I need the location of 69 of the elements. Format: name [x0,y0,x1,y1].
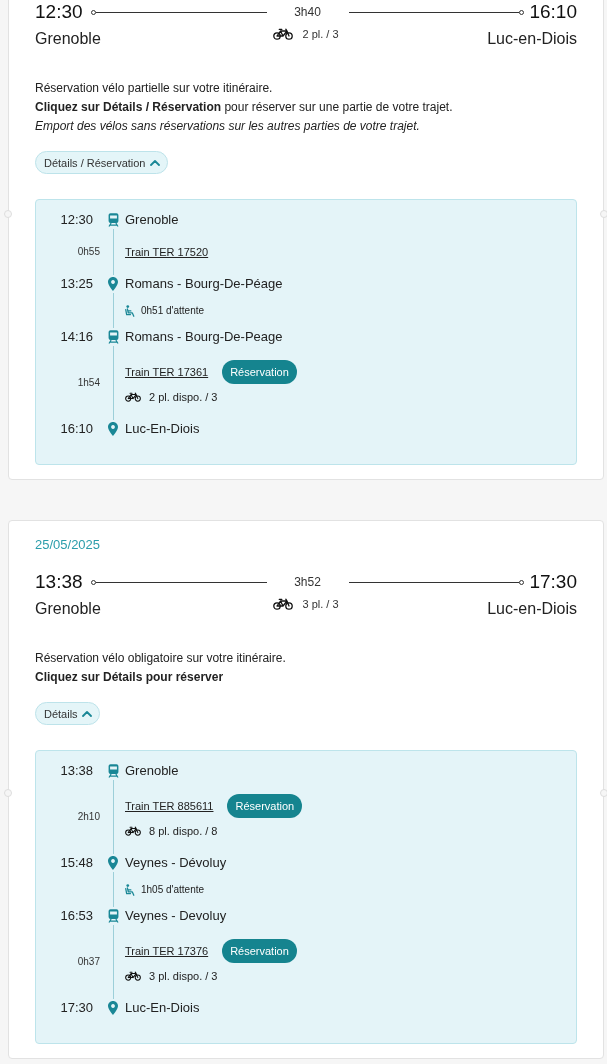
bicycle-icon [273,28,294,40]
notice-text: Réservation vélo partielle sur votre itinéraire. [35,80,273,97]
stop-name: Romans - Bourg-De-Péage [124,275,283,293]
travel-duration: 1h54 [76,376,101,390]
stop-name: Luc-En-Diois [124,999,200,1017]
bicycle-icon [273,598,294,610]
seated-person-icon [125,883,136,896]
reservation-button[interactable]: Réservation [222,939,297,963]
stop-time: 15:48 [59,854,94,872]
stop-time: 16:10 [59,420,94,438]
departure-station: Grenoble [35,29,102,49]
stop-time: 13:25 [59,275,94,293]
stop-time: 17:30 [59,999,94,1017]
location-pin-icon [108,1001,118,1015]
train-link[interactable]: Train TER 885611 [125,798,214,814]
bicycle-icon [125,971,141,981]
journey-duration: 3h40 [293,4,322,20]
train-link[interactable]: Train TER 17361 [125,364,209,380]
stop-name: Veynes - Devoluy [124,907,227,925]
travel-duration: 2h10 [76,810,101,824]
departure-time: 12:30 [35,0,83,24]
stop-name: Veynes - Dévoluy [124,854,227,872]
arrival-time: 16:10 [529,0,577,24]
waiting-time: 0h51 d'attente [141,304,205,318]
arrival-station: Luc-en-Diois [486,599,577,619]
departure-time: 13:38 [35,570,83,594]
details-button[interactable]: Détails / Réservation [35,151,168,174]
location-pin-icon [108,422,118,436]
location-pin-icon [108,277,118,291]
stop-time: 14:16 [59,328,94,346]
reservation-button[interactable]: Réservation [222,360,297,384]
chevron-up-icon [149,159,160,166]
stop-name: Grenoble [124,211,179,229]
waiting-time: 1h05 d'attente [141,883,205,897]
bike-availability: 2 pl. dispo. / 3 [149,390,218,405]
notice-text: Réservation vélo obligatoire sur votre itinéraire. [35,650,286,667]
travel-duration: 0h37 [76,955,101,969]
stop-time: 16:53 [59,907,94,925]
chevron-up-icon [81,710,92,717]
location-pin-icon [108,856,118,870]
departure-station: Grenoble [35,599,102,619]
bicycle-icon [125,392,141,402]
train-link[interactable]: Train TER 17520 [125,244,209,260]
arrival-station: Luc-en-Diois [486,29,577,49]
journey-date: 25/05/2025 [35,536,101,554]
train-icon [107,909,119,923]
stop-name: Romans - Bourg-De-Peage [124,328,283,346]
stop-name: Grenoble [124,762,179,780]
bike-places: 3 pl. / 3 [302,597,339,612]
notice-text: Cliquez sur Détails / Réservation pour réserver sur une partie de votre trajet. [35,99,453,116]
stop-time: 13:38 [59,762,94,780]
bike-places: 2 pl. / 3 [302,27,339,42]
reservation-button[interactable]: Réservation [227,794,303,818]
seated-person-icon [125,304,136,317]
bike-availability: 8 pl. dispo. / 8 [149,824,218,839]
stop-time: 12:30 [59,211,94,229]
details-button[interactable]: Détails [35,702,100,725]
notice-text: Emport des vélos sans réservations sur les autres parties de votre trajet. [35,118,420,135]
notice-text: Cliquez sur Détails pour réserver [35,669,224,686]
arrival-time: 17:30 [529,570,577,594]
train-icon [107,330,119,344]
train-icon [107,764,119,778]
journey-duration: 3h52 [293,574,322,590]
bicycle-icon [125,826,141,836]
stop-name: Luc-En-Diois [124,420,200,438]
travel-duration: 0h55 [76,245,101,259]
train-icon [107,213,119,227]
bike-availability: 3 pl. dispo. / 3 [149,969,218,984]
train-link[interactable]: Train TER 17376 [125,943,209,959]
